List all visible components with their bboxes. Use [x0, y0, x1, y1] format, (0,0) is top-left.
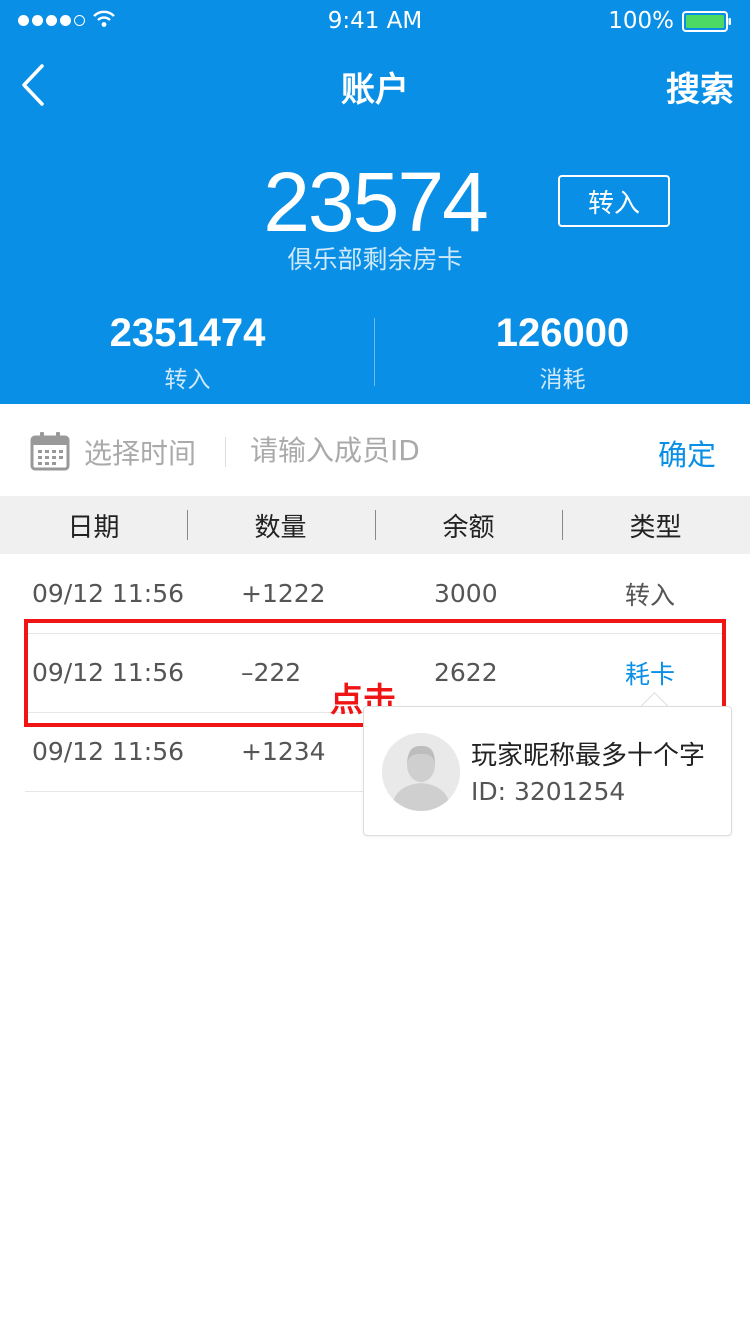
filter-divider	[225, 437, 226, 467]
column-header-quantity: 数量	[254, 512, 307, 543]
account-header: 9:41 AM 100% 账户 搜索 23574 俱乐部剩余房卡 转入 2351…	[0, 0, 750, 404]
filter-bar: 选择时间 确定	[0, 404, 750, 496]
confirm-button[interactable]: 确定	[658, 432, 716, 474]
avatar-icon	[382, 733, 460, 811]
time-picker[interactable]: 选择时间	[84, 432, 196, 472]
consume-value: 126000	[495, 311, 630, 355]
player-id: ID: 3201254	[471, 777, 626, 806]
calendar-icon[interactable]	[30, 431, 70, 471]
column-header-date: 日期	[67, 512, 120, 543]
battery-percent: 100%	[608, 8, 674, 34]
transfer-in-label: 转入	[164, 367, 211, 393]
player-popover: 玩家昵称最多十个字 ID: 3201254	[363, 706, 732, 836]
search-button[interactable]: 搜索	[666, 62, 734, 111]
member-id-input[interactable]	[250, 428, 630, 472]
status-bar: 9:41 AM 100%	[0, 0, 750, 44]
column-header-type: 类型	[629, 512, 682, 543]
battery-icon	[682, 11, 731, 32]
transfer-in-value: 2351474	[109, 311, 266, 355]
consume-label: 消耗	[539, 367, 586, 393]
transfer-in-stat: 2351474 转入	[0, 308, 375, 394]
transfer-in-button[interactable]: 转入	[558, 175, 670, 227]
page-title: 账户	[341, 70, 409, 110]
balance-label: 俱乐部剩余房卡	[287, 245, 463, 274]
column-header-balance: 余额	[442, 512, 495, 543]
consume-stat: 126000 消耗	[375, 308, 750, 394]
player-nickname: 玩家昵称最多十个字	[471, 741, 706, 771]
table-header: 日期 数量 余额 类型	[0, 496, 750, 554]
